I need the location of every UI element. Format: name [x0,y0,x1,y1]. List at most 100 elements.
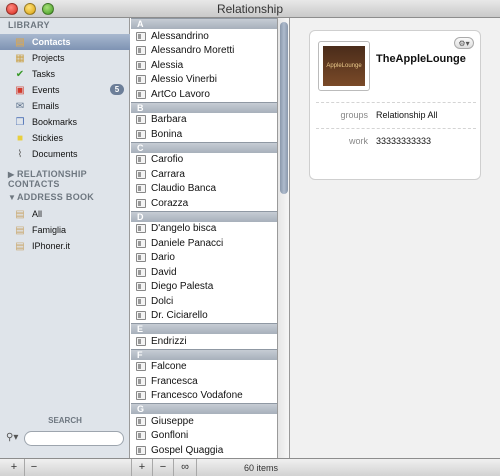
remove-group-button[interactable]: − [26,460,42,476]
contact-card-icon [136,311,146,320]
disclosure-right-icon: ▶ [8,170,15,179]
addressbook-item-label: Famiglia [32,225,67,235]
contact-row[interactable]: Francesco Vodafone [131,389,277,403]
search-input[interactable] [24,431,124,446]
field-label-work: work [348,136,368,146]
contact-row[interactable]: Claudio Banca [131,182,277,196]
contact-row[interactable]: Alessio Vinerbi [131,73,277,87]
contact-card-icon [136,336,146,346]
scrollbar-thumb[interactable] [280,22,288,194]
contact-row[interactable]: Diego Palesta [131,280,277,294]
contact-name-label: Dr. Ciciarello [151,310,208,321]
contact-row[interactable]: Alessandro Moretti [131,44,277,58]
address-book-icon: ▤ [15,240,25,252]
contact-row[interactable]: Gonfloni [131,429,277,443]
divider [196,459,197,476]
contact-name-label: D'angelo bisca [151,223,217,234]
contact-list-scrollbar[interactable] [278,18,290,458]
address-book-header[interactable]: ▼ADDRESS BOOK [8,192,94,202]
link-icon[interactable]: ∞ [177,460,193,476]
window-title: Relationship [216,2,284,16]
contact-row[interactable]: Francesca [131,374,277,388]
sidebar-item-documents[interactable]: ⌇ Documents [0,146,130,162]
contact-name-label: Gospel Quaggia [151,444,224,456]
contact-row[interactable]: David [131,265,277,279]
field-value-work[interactable]: 33333333333 [376,136,431,146]
gear-icon: ⚙▾ [458,39,470,48]
sidebar-item-label: Projects [32,53,65,63]
contact-row[interactable]: D'angelo bisca [131,222,277,236]
contact-card-icon [136,155,146,164]
addressbook-item-all[interactable]: ▤ All [0,206,130,222]
contact-row[interactable]: Barbara [131,113,277,127]
contact-row[interactable]: Corazza [131,196,277,210]
sidebar-item-stickies[interactable]: ■ Stickies [0,130,130,146]
bottom-bar: + − + − ∞ 60 items [0,458,500,476]
contact-card-icon [136,129,146,139]
add-group-button[interactable]: + [6,460,22,476]
addressbook-item-iphoner-it[interactable]: ▤ IPhoner.it [0,238,130,254]
contact-row[interactable]: Bonina [131,127,277,141]
contact-row[interactable]: Gospel Quaggia [131,443,277,457]
contact-name-label: Bonina [151,128,183,140]
contact-row[interactable]: Alessandrino [131,29,277,43]
contact-row[interactable]: Dario [131,251,277,265]
search-icon[interactable]: ⚲▾ [6,432,18,443]
group-header-e: E [131,323,277,334]
contact-row[interactable]: Carofio [131,153,277,167]
group-header-f: F [131,348,277,360]
bookmarks-icon: ❐ [15,116,25,128]
sticky-note-icon: ■ [16,132,24,144]
addressbook-item-label: All [32,209,43,219]
detail-pane: AppleLounge TheAppleLounge ⚙▾ groups Rel… [290,18,500,458]
contact-name-label: Alessandrino [151,30,209,42]
contact-name-label: David [151,266,177,278]
relationship-contacts-header[interactable]: ▶ RELATIONSHIP CONTACTS [8,169,129,189]
contact-row[interactable]: Alessia [131,58,277,72]
sidebar-item-emails[interactable]: ✉ Emails [0,98,130,114]
contact-name-label: Alessio Vinerbi [151,74,217,85]
sidebar-item-projects[interactable]: ▦ Projects [0,50,130,66]
sidebar-item-bookmarks[interactable]: ❐ Bookmarks [0,114,130,130]
contact-card-icon [136,46,146,55]
items-count: 60 items [244,463,279,473]
sidebar-item-label: Contacts [32,37,71,47]
title-bar: Relationship [0,0,500,18]
addressbook-item-famiglia[interactable]: ▤ Famiglia [0,222,130,238]
sidebar-item-label: Emails [32,101,60,111]
contact-row[interactable]: Falcone [131,360,277,374]
contacts-book-icon: ▤ [15,36,25,48]
contact-row[interactable]: Giuseppe [131,414,277,428]
library-header: LIBRARY [8,20,50,30]
contact-card-icon [136,445,146,455]
contact-row[interactable]: Daniele Panacci [131,236,277,250]
contact-card-icon [136,169,146,179]
contact-photo[interactable]: AppleLounge [318,41,370,91]
contact-card-icon [136,253,146,262]
contact-row[interactable]: ArtCo Lavoro [131,87,277,101]
add-contact-button[interactable]: + [134,460,150,476]
contact-name-label: Gonfloni [151,430,189,441]
sidebar-item-events[interactable]: ▣ Events 5 [0,82,130,98]
checkmark-icon: ✔ [15,68,25,80]
contact-row[interactable]: Carrara [131,167,277,181]
remove-contact-button[interactable]: − [155,460,171,476]
contact-card-icon [136,296,146,306]
contact-name-label: Dario [151,252,175,263]
contact-card-icon [136,31,146,41]
address-book-icon: ▤ [15,208,25,220]
contact-row[interactable]: Endrizzi [131,334,277,348]
contact-name-label: Carofio [151,154,184,165]
contact-name-label: Diego Palesta [151,281,214,292]
contact-row[interactable]: Dolci [131,294,277,308]
contact-name-label: ArtCo Lavoro [151,88,210,100]
contact-name-label: Daniele Panacci [151,237,224,249]
count-badge: 5 [110,84,124,95]
sidebar-item-tasks[interactable]: ✔ Tasks [0,66,130,82]
sidebar-item-contacts[interactable]: ▤ Contacts [0,34,130,50]
contact-card-icon [136,75,146,84]
contact-row[interactable]: Dr. Ciciarello [131,309,277,323]
contact-name-label: Dolci [151,295,174,307]
contact-name: TheAppleLounge [376,53,466,65]
gear-menu-button[interactable]: ⚙▾ [454,37,474,49]
